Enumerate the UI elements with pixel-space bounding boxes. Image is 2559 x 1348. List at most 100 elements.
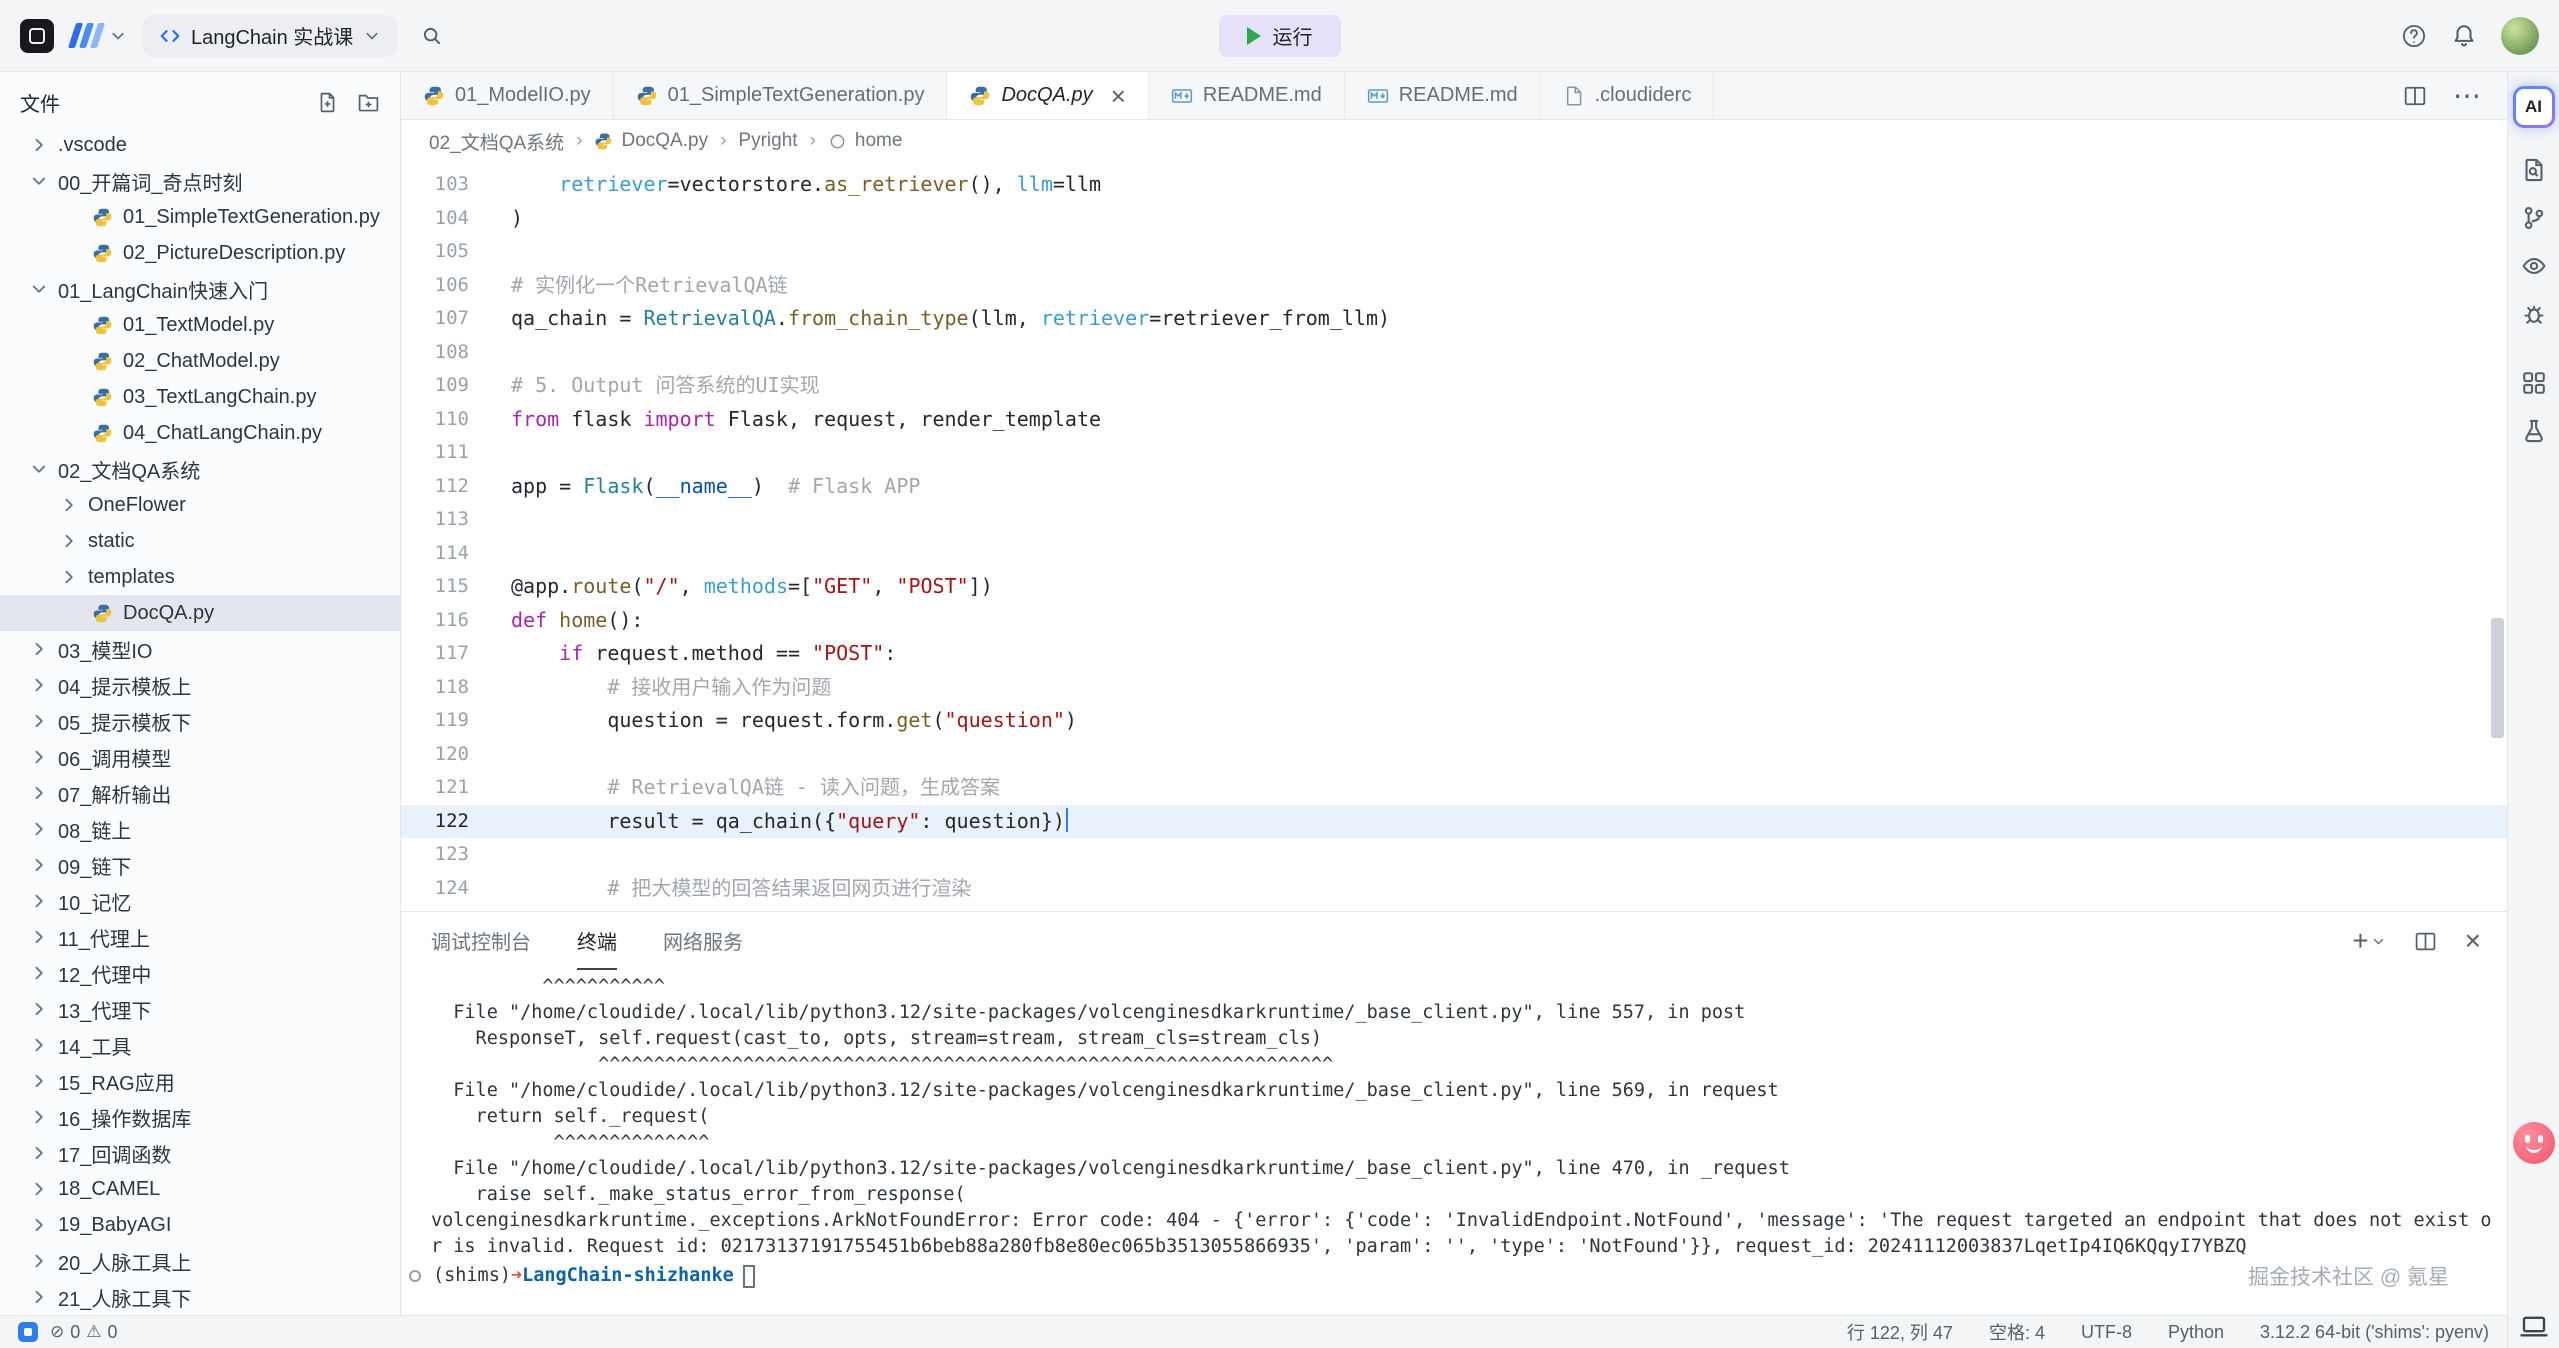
language-mode[interactable]: Python [2168, 1319, 2224, 1345]
tree-folder-item[interactable]: 09_链下 [0, 847, 400, 883]
panel-tab[interactable]: 调试控制台 [431, 912, 531, 970]
preview-eye-icon[interactable] [2521, 253, 2547, 279]
split-editor-icon[interactable] [2403, 84, 2427, 108]
code-text: # 接收用户输入作为问题 [497, 671, 831, 705]
tree-folder-item[interactable]: 11_代理上 [0, 919, 400, 955]
close-icon[interactable]: × [1111, 83, 1126, 109]
line-number: 108 [401, 336, 497, 370]
tree-folder-item[interactable]: 16_操作数据库 [0, 1099, 400, 1135]
notifications-bell-icon[interactable] [2451, 23, 2477, 49]
breadcrumb-item[interactable]: Pyright [738, 130, 797, 152]
tree-folder-item[interactable]: 08_链上 [0, 811, 400, 847]
tree-folder-item[interactable]: 05_提示模板下 [0, 703, 400, 739]
tree-folder-item[interactable]: 04_提示模板上 [0, 667, 400, 703]
tree-file-item[interactable]: 04_ChatLangChain.py [0, 415, 400, 451]
close-panel-icon[interactable]: × [2465, 927, 2481, 955]
tree-folder-item[interactable]: 14_工具 [0, 1027, 400, 1063]
editor-tab[interactable]: 01_SimpleTextGeneration.py [614, 72, 948, 119]
indentation-status[interactable]: 空格: 4 [1989, 1319, 2045, 1345]
source-control-icon[interactable] [2521, 205, 2547, 231]
tree-file-item[interactable]: 02_PictureDescription.py [0, 235, 400, 271]
ai-assistant-icon[interactable]: AI [2513, 86, 2555, 128]
editor-tab[interactable]: 01_ModelIO.py [401, 72, 614, 119]
extensions-icon[interactable] [2521, 370, 2547, 396]
breadcrumb-label: DocQA.py [621, 130, 708, 152]
tree-folder-item[interactable]: 18_CAMEL [0, 1171, 400, 1207]
global-search-button[interactable] [413, 17, 451, 55]
debug-icon[interactable] [2521, 301, 2547, 327]
marscode-logo-icon[interactable] [72, 23, 101, 48]
new-file-icon[interactable] [316, 91, 339, 114]
split-terminal-icon[interactable] [2414, 930, 2437, 953]
python-interpreter[interactable]: 3.12.2 64-bit ('shims': pyenv) [2260, 1319, 2489, 1345]
tree-folder-item[interactable]: 15_RAG应用 [0, 1063, 400, 1099]
tree-file-item[interactable]: 03_TextLangChain.py [0, 379, 400, 415]
breadcrumb-item[interactable]: 02_文档QA系统 [429, 128, 564, 155]
user-avatar[interactable] [2501, 17, 2539, 55]
cursor-position[interactable]: 行 122, 列 47 [1847, 1319, 1953, 1345]
tree-folder-item[interactable]: 12_代理中 [0, 955, 400, 991]
chevron-right-icon [29, 1143, 49, 1163]
run-button[interactable]: 运行 [1219, 15, 1341, 57]
tree-folder-item[interactable]: 01_LangChain快速入门 [0, 271, 400, 307]
tree-folder-item[interactable]: .vscode [0, 127, 400, 163]
breadcrumb-item[interactable]: home [828, 130, 903, 152]
tree-folder-item[interactable]: 19_BabyAGI [0, 1207, 400, 1243]
panel-tab[interactable]: 终端 [577, 912, 617, 970]
code-text [497, 537, 511, 571]
code-line: 108 [401, 336, 2507, 370]
testing-icon[interactable] [2521, 418, 2547, 444]
breadcrumb-item[interactable]: DocQA.py [594, 130, 708, 152]
tree-file-item[interactable]: 02_ChatModel.py [0, 343, 400, 379]
terminal-line: ResponseT, self.request(cast_to, opts, s… [431, 1026, 2483, 1052]
tree-folder-item[interactable]: 02_文档QA系统 [0, 451, 400, 487]
new-folder-icon[interactable] [357, 91, 380, 114]
code-line: 115@app.route("/", methods=["GET", "POST… [401, 570, 2507, 604]
tree-folder-item[interactable]: 21_人脉工具下 [0, 1279, 400, 1315]
code-editor[interactable]: 103 retriever=vectorstore.as_retriever()… [401, 162, 2507, 911]
new-terminal-button[interactable]: + [2352, 927, 2385, 955]
more-actions-icon[interactable]: ⋯ [2453, 82, 2481, 110]
tree-folder-item[interactable]: 10_记忆 [0, 883, 400, 919]
tree-file-item[interactable]: 01_TextModel.py [0, 307, 400, 343]
tree-folder-item[interactable]: 13_代理下 [0, 991, 400, 1027]
support-chat-icon[interactable] [2513, 1122, 2555, 1164]
editor-scrollbar-thumb[interactable] [2491, 618, 2504, 738]
tree-folder-item[interactable]: 20_人脉工具上 [0, 1243, 400, 1279]
terminal-prompt[interactable]: (shims) ➜ LangChain-shizhanke [409, 1263, 2483, 1289]
code-text: retriever=vectorstore.as_retriever(), ll… [497, 168, 1101, 202]
file-search-icon[interactable] [2521, 157, 2547, 183]
tree-file-item[interactable]: 01_SimpleTextGeneration.py [0, 199, 400, 235]
terminal[interactable]: ^^^^^^^^^^^ File "/home/cloudide/.local/… [401, 970, 2507, 1315]
tree-item-label: 09_链下 [58, 851, 131, 880]
workspace-switcher[interactable]: LangChain 实战课 [143, 15, 397, 57]
tree-folder-item[interactable]: OneFlower [0, 487, 400, 523]
chevron-down-icon [29, 459, 49, 479]
tree-folder-item[interactable]: 17_回调函数 [0, 1135, 400, 1171]
encoding-status[interactable]: UTF-8 [2081, 1319, 2132, 1345]
tree-folder-item[interactable]: 03_模型IO [0, 631, 400, 667]
bottom-panel: 调试控制台终端网络服务 + × ^^^^^^^^^^^ F [401, 911, 2507, 1315]
panel-tab[interactable]: 网络服务 [663, 912, 743, 970]
tree-folder-item[interactable]: 07_解析输出 [0, 775, 400, 811]
warning-count: 0 [108, 1322, 118, 1343]
tree-folder-item[interactable]: templates [0, 559, 400, 595]
editor-tab[interactable]: .cloudiderc [1541, 72, 1715, 119]
remote-indicator-icon[interactable] [18, 1322, 38, 1342]
editor-tab[interactable]: README.md [1149, 72, 1345, 119]
tree-item-label: 10_记忆 [58, 887, 131, 916]
tree-folder-item[interactable]: 00_开篇词_奇点时刻 [0, 163, 400, 199]
app-menu-icon[interactable] [20, 19, 54, 53]
editor-tab[interactable]: README.md [1345, 72, 1541, 119]
device-laptop-icon[interactable] [2519, 1312, 2549, 1342]
code-line: 112app = Flask(__name__) # Flask APP [401, 470, 2507, 504]
tree-file-item[interactable]: DocQA.py [0, 595, 400, 631]
code-line: 103 retriever=vectorstore.as_retriever()… [401, 168, 2507, 202]
help-icon[interactable] [2401, 23, 2427, 49]
editor-tab[interactable]: DocQA.py× [947, 72, 1148, 119]
chevron-down-icon[interactable] [109, 27, 127, 45]
problems-status[interactable]: ⊘ 0 ⚠ 0 [50, 1322, 118, 1343]
tree-folder-item[interactable]: 06_调用模型 [0, 739, 400, 775]
terminal-line: return self._request( [431, 1104, 2483, 1130]
tree-folder-item[interactable]: static [0, 523, 400, 559]
